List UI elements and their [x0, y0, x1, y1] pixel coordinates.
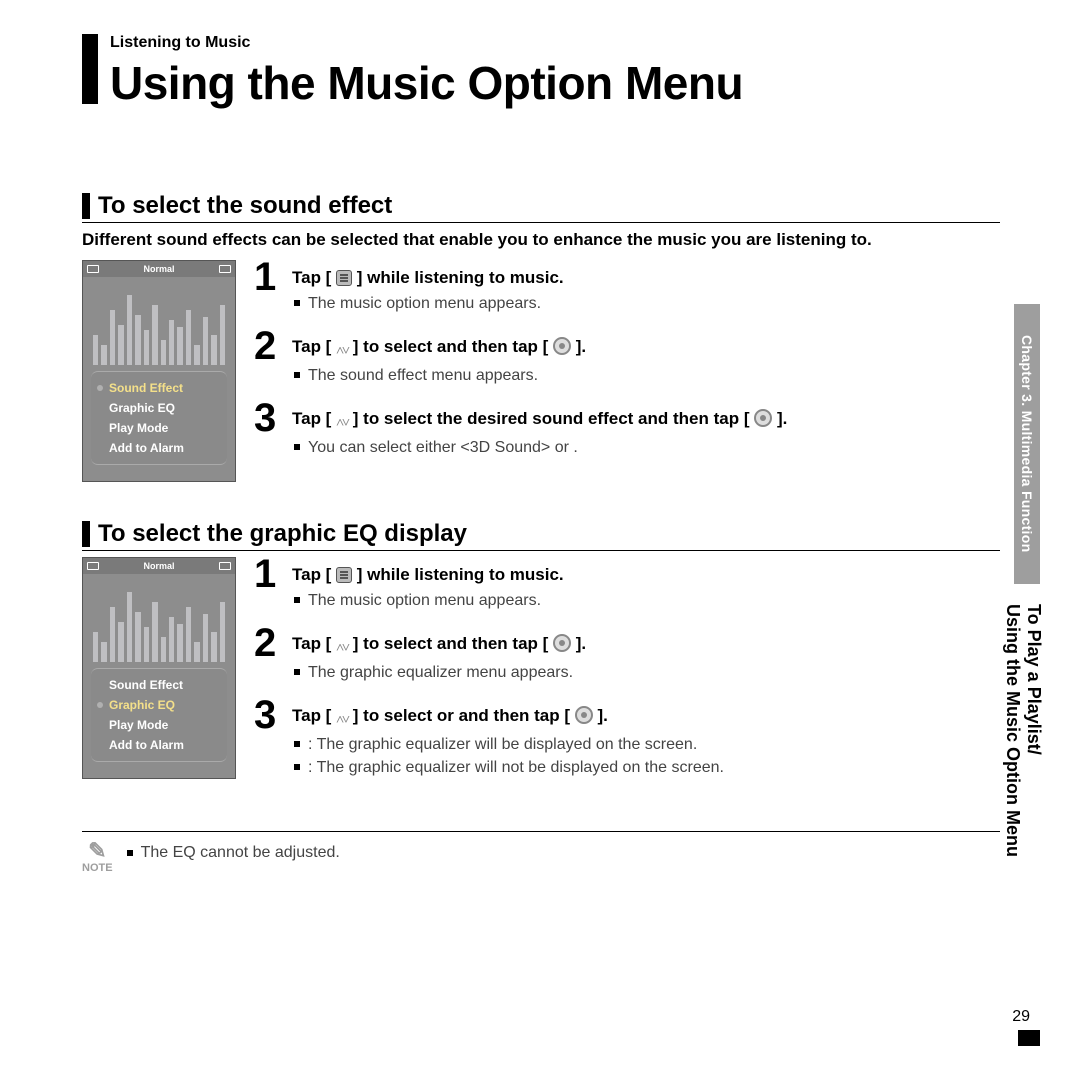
- step-sub-item: The music option menu appears.: [292, 294, 1000, 314]
- step-instruction: Tap [ ] while listening to music.: [292, 268, 564, 287]
- step-sublist: The music option menu appears.: [292, 294, 1000, 314]
- step-instruction: Tap [ ˄˅ ] to select and then tap [ ].: [292, 337, 586, 356]
- device-menu-item: Play Mode: [95, 715, 223, 735]
- footer-marker: [1018, 1030, 1040, 1046]
- note-label: NOTE: [82, 862, 113, 874]
- pencil-icon: ✎: [82, 840, 113, 862]
- step-text: Tap [ ˄˅ ] to select the desired sound e…: [292, 401, 1000, 461]
- device-eq: [93, 582, 225, 662]
- device-menu-item: Graphic EQ: [95, 695, 223, 715]
- step: 3 Tap [ ˄˅ ] to select the desired sound …: [254, 401, 1000, 461]
- device-menu: Sound EffectGraphic EQPlay ModeAdd to Al…: [91, 371, 227, 465]
- section-body: Normal Sound EffectGraphic EQPlay ModeAdd…: [82, 260, 1000, 482]
- step-sublist: The sound effect menu appears.: [292, 366, 1000, 386]
- step: 2Tap [ ˄˅ ] to select and then tap [ ].T…: [254, 329, 1000, 389]
- device-screenshot: Normal Sound EffectGraphic EQPlay ModeAdd…: [82, 557, 236, 779]
- step-sub-item: The sound effect menu appears.: [292, 366, 1000, 386]
- battery-icon: [219, 265, 231, 273]
- chapter-tab: Chapter 3. Multimedia Function: [1014, 304, 1040, 584]
- section: To select the sound effect Different soun…: [82, 192, 1000, 482]
- step-number: 1: [254, 260, 282, 317]
- section: To select the graphic EQ display Normal So…: [82, 520, 1000, 793]
- step-instruction: Tap [ ˄˅ ] to select and then tap [ ].: [292, 634, 586, 653]
- ok-icon: [553, 634, 571, 652]
- step: 1 Tap [ ] while listening to music. The mu…: [254, 260, 1000, 317]
- status-icon: [87, 265, 99, 273]
- device-mode: Normal: [143, 264, 174, 274]
- section-header: To select the sound effect: [82, 192, 1000, 223]
- step-sub-item: : The graphic equalizer will be displaye…: [292, 735, 1000, 755]
- section-header: To select the graphic EQ display: [82, 520, 1000, 551]
- step-sublist: : The graphic equalizer will be displaye…: [292, 735, 1000, 778]
- step-instruction: Tap [ ] while listening to music.: [292, 565, 564, 584]
- page-number: 29: [1012, 1008, 1030, 1026]
- step-sub-item: The graphic equalizer menu appears.: [292, 663, 1000, 683]
- menu-icon: [336, 567, 352, 583]
- section-bar: [82, 193, 90, 219]
- breadcrumb: Listening to Music: [110, 34, 1000, 52]
- up-down-icon: ˄˅: [336, 343, 348, 360]
- up-down-icon: ˄˅: [336, 712, 348, 729]
- status-icon: [87, 562, 99, 570]
- topic-line-1: To Play a Playlist/: [1024, 604, 1044, 755]
- note-row: ✎ NOTE The EQ cannot be adjusted.: [82, 831, 1000, 874]
- section-intro: Different sound effects can be selected …: [82, 229, 1000, 250]
- up-down-icon: ˄˅: [336, 640, 348, 657]
- step-instruction: Tap [ ˄˅ ] to select the desired sound e…: [292, 409, 787, 428]
- step-number: 1: [254, 557, 282, 614]
- step-text: Tap [ ˄˅ ] to select and then tap [ ]. Th…: [292, 329, 1000, 389]
- device-statusbar: Normal: [83, 261, 235, 277]
- step-number: 3: [254, 698, 282, 781]
- device-menu-item: Play Mode: [95, 418, 223, 438]
- step-sub-item: : The graphic equalizer will not be disp…: [292, 758, 1000, 778]
- step-number: 2: [254, 329, 282, 389]
- up-down-icon: ˄˅: [336, 415, 348, 432]
- device-mode: Normal: [143, 561, 174, 571]
- step-sublist: The music option menu appears.: [292, 591, 1000, 611]
- section-title: To select the sound effect: [98, 192, 392, 220]
- step-text: Tap [ ˄˅ ] to select or and then tap [ ]…: [292, 698, 1000, 781]
- ok-icon: [575, 706, 593, 724]
- page-title: Using the Music Option Menu: [110, 56, 1000, 110]
- step-sublist: The graphic equalizer menu appears.: [292, 663, 1000, 683]
- device-menu-item: Add to Alarm: [95, 735, 223, 755]
- note-text: The EQ cannot be adjusted.: [125, 840, 340, 862]
- step-sub-item: You can select either <3D Sound> or .: [292, 438, 1000, 458]
- section-body: Normal Sound EffectGraphic EQPlay ModeAdd…: [82, 557, 1000, 793]
- step-text: Tap [ ] while listening to music. The mus…: [292, 557, 1000, 614]
- device-statusbar: Normal: [83, 558, 235, 574]
- battery-icon: [219, 562, 231, 570]
- steps: 1 Tap [ ] while listening to music. The mu…: [254, 260, 1000, 482]
- ok-icon: [754, 409, 772, 427]
- header-marker: [82, 34, 98, 104]
- step: 2Tap [ ˄˅ ] to select and then tap [ ].T…: [254, 626, 1000, 686]
- device-menu: Sound EffectGraphic EQPlay ModeAdd to Al…: [91, 668, 227, 762]
- device-menu-item: Add to Alarm: [95, 438, 223, 458]
- step-sublist: You can select either <3D Sound> or .: [292, 438, 1000, 458]
- menu-icon: [336, 270, 352, 286]
- step: 3 Tap [ ˄˅ ] to select or and then tap [ …: [254, 698, 1000, 781]
- device-menu-item: Sound Effect: [95, 675, 223, 695]
- ok-icon: [553, 337, 571, 355]
- device-eq: [93, 285, 225, 365]
- step: 1 Tap [ ] while listening to music. The mu…: [254, 557, 1000, 614]
- note-icon: ✎ NOTE: [82, 840, 113, 874]
- step-sub-item: The music option menu appears.: [292, 591, 1000, 611]
- step-text: Tap [ ˄˅ ] to select and then tap [ ]. Th…: [292, 626, 1000, 686]
- device-menu-item: Sound Effect: [95, 378, 223, 398]
- section-title: To select the graphic EQ display: [98, 520, 467, 548]
- step-text: Tap [ ] while listening to music. The mus…: [292, 260, 1000, 317]
- step-instruction: Tap [ ˄˅ ] to select or and then tap [ ]…: [292, 706, 608, 725]
- topic-tab: To Play a Playlist/ Using the Music Opti…: [1002, 604, 1044, 857]
- step-number: 3: [254, 401, 282, 461]
- device-screenshot: Normal Sound EffectGraphic EQPlay ModeAdd…: [82, 260, 236, 482]
- steps: 1 Tap [ ] while listening to music. The mu…: [254, 557, 1000, 793]
- step-number: 2: [254, 626, 282, 686]
- content: To select the sound effect Different soun…: [82, 192, 1000, 793]
- topic-line-2: Using the Music Option Menu: [1002, 604, 1023, 857]
- section-bar: [82, 521, 90, 547]
- device-menu-item: Graphic EQ: [95, 398, 223, 418]
